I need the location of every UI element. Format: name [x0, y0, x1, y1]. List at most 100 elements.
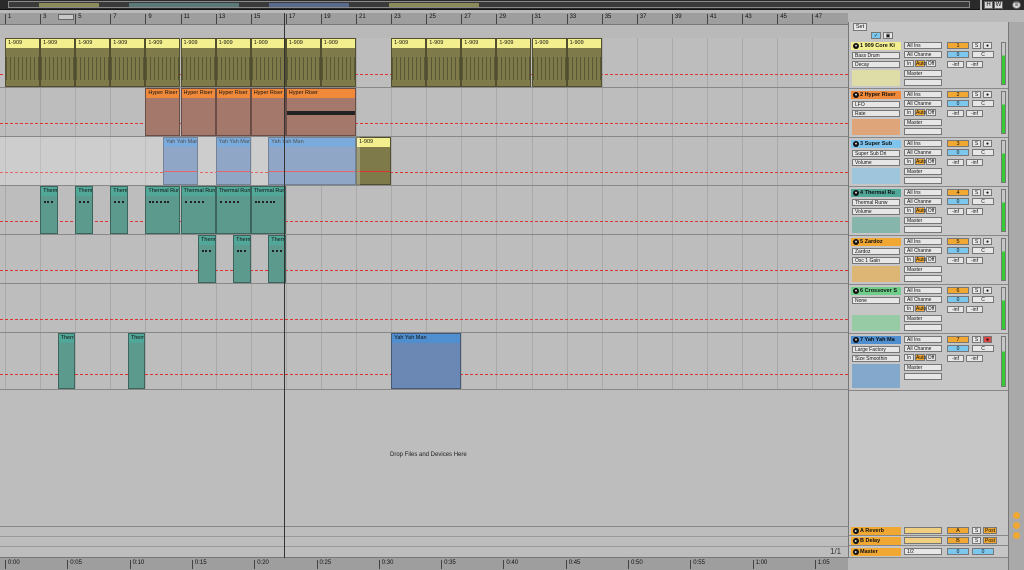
device-chooser[interactable]: Super Sub Dri — [852, 150, 900, 157]
return-fold-icon[interactable]: ▸ — [853, 538, 859, 544]
solo-button[interactable]: S — [972, 336, 981, 343]
clip[interactable]: 1-909 — [215, 38, 251, 87]
return-mode-button[interactable]: Post — [983, 527, 997, 534]
track-name[interactable]: ▾ 7 Yah Yah Ma — [851, 336, 901, 344]
h-toggle-button[interactable]: H — [984, 1, 993, 9]
track-fold-icon[interactable]: ▾ — [853, 239, 859, 245]
monitor-off-button[interactable]: Off — [926, 60, 936, 67]
output-chooser[interactable]: Master — [904, 315, 942, 322]
output-chooser[interactable]: Master — [904, 266, 942, 273]
device-chooser[interactable]: Bass Drum — [852, 52, 900, 59]
volume-field[interactable]: 0 — [947, 51, 969, 58]
clip[interactable]: Hyper Riser — [180, 88, 216, 136]
master-fold-icon[interactable] — [1013, 532, 1020, 539]
track-activator-button[interactable]: 1 — [947, 42, 969, 49]
right-scrollbar[interactable] — [1008, 22, 1024, 570]
arm-button[interactable]: ● — [983, 238, 992, 245]
camera-icon[interactable]: ▣ — [883, 32, 893, 39]
track-lane[interactable]: Yah Yah Man Yah Yah Man Yah Yah Man 1-909 — [0, 137, 848, 186]
automation-line[interactable] — [0, 319, 848, 320]
track-lane[interactable]: ThermThermThermThermal RunThermal RunThe… — [0, 186, 848, 235]
track-name[interactable]: ▾ 3 Super Sub — [851, 140, 901, 148]
output-chooser[interactable]: Master — [904, 217, 942, 224]
return-fold-icon[interactable] — [1013, 512, 1020, 519]
clip[interactable]: 1-909 — [496, 38, 532, 87]
track-fold-icon[interactable]: ▾ — [853, 141, 859, 147]
return-io[interactable] — [904, 537, 942, 544]
send-field[interactable]: -inf — [966, 355, 983, 362]
master-pan-field[interactable]: 0 — [972, 548, 994, 555]
volume-field[interactable]: 0 — [947, 149, 969, 156]
clip[interactable]: 1-909 — [531, 38, 567, 87]
track-lane[interactable]: Therm Therm Therm — [0, 235, 848, 284]
track-name[interactable]: ▾ 4 Thermal Ru — [851, 189, 901, 197]
clip[interactable]: 1-909 — [320, 38, 356, 87]
volume-field[interactable]: 0 — [947, 198, 969, 205]
pan-field[interactable]: C — [972, 149, 994, 156]
track-activator-button[interactable]: 5 — [947, 238, 969, 245]
clip[interactable]: Hyper Riser — [215, 88, 251, 136]
send-field[interactable]: -inf — [947, 355, 964, 362]
track-name[interactable]: ▾ 6 Crossover S — [851, 287, 901, 295]
monitor-off-button[interactable]: Off — [926, 354, 936, 361]
monitor-in-button[interactable]: In — [904, 256, 914, 263]
pan-field[interactable]: C — [972, 100, 994, 107]
track-name[interactable]: ▾ 2 Hyper Riser — [851, 91, 901, 99]
monitor-auto-button[interactable]: Auto — [915, 305, 926, 312]
monitor-auto-button[interactable]: Auto — [915, 207, 926, 214]
device-chooser[interactable]: Large Factory — [852, 346, 900, 353]
track-fold-icon[interactable]: ▾ — [853, 43, 859, 49]
return-lanes[interactable] — [0, 526, 848, 558]
track-fold-icon[interactable]: ▾ — [853, 288, 859, 294]
arrangement-overview[interactable] — [0, 0, 980, 10]
clip[interactable]: Thermal Run — [250, 186, 286, 234]
send-field[interactable]: -inf — [947, 61, 964, 68]
clip[interactable]: 1-909 — [145, 38, 181, 87]
cue-out-chooser[interactable]: 1/2 — [904, 548, 942, 555]
input-channel-chooser[interactable]: All Channe — [904, 149, 942, 156]
master-track[interactable]: ▸ Master 1/2 0 0 — [849, 546, 1009, 558]
mixer-track[interactable]: ▾ 7 Yah Yah Ma Large Factory Size Smoothin A… — [849, 334, 1009, 391]
clip[interactable]: 1-909 — [566, 38, 602, 87]
input-channel-chooser[interactable]: All Channe — [904, 198, 942, 205]
monitor-auto-button[interactable]: Auto — [915, 354, 926, 361]
send-field[interactable]: -inf — [947, 159, 964, 166]
monitor-auto-button[interactable]: Auto — [915, 256, 926, 263]
device-chooser[interactable]: Zardoz — [852, 248, 900, 255]
output-chooser[interactable]: Master — [904, 119, 942, 126]
input-type-chooser[interactable]: All Ins — [904, 91, 942, 98]
clip[interactable]: 1-909 — [356, 137, 392, 185]
output-sub-chooser[interactable] — [904, 128, 942, 135]
beat-time-ruler[interactable]: 1 3 5 7 9 11 13 15 17 19 21 23 25 27 29 31 33 35 37 39 41 43 4… — [0, 13, 848, 25]
mixer-track[interactable]: ▾ 2 Hyper Riser LFO Rate All Ins All Channe In… — [849, 89, 1009, 138]
input-channel-chooser[interactable]: All Channe — [904, 247, 942, 254]
track-lane[interactable]: 1-909 1-909 1-909 1-909 1-909 1-909 1-909 1-909… — [0, 38, 848, 88]
input-channel-chooser[interactable]: All Channe — [904, 345, 942, 352]
pan-field[interactable]: C — [972, 51, 994, 58]
clip[interactable]: 1-909 — [180, 38, 216, 87]
clip[interactable]: 1-909 — [391, 38, 427, 87]
clip[interactable]: Hyper Riser — [145, 88, 181, 136]
track-activator-button[interactable]: 7 — [947, 336, 969, 343]
return-solo-button[interactable]: S — [972, 527, 981, 534]
parameter-chooser[interactable]: Decay — [852, 61, 900, 68]
monitor-auto-button[interactable]: Auto — [915, 109, 926, 116]
arm-button[interactable]: ● — [983, 42, 992, 49]
clip[interactable]: 1-909 — [250, 38, 286, 87]
monitor-in-button[interactable]: In — [904, 305, 914, 312]
mixer-track[interactable]: ▾ 3 Super Sub Super Sub Dri Volume All Ins Al… — [849, 138, 1009, 187]
master-volume-field[interactable]: 0 — [947, 548, 969, 555]
output-sub-chooser[interactable] — [904, 275, 942, 282]
solo-button[interactable]: S — [972, 42, 981, 49]
clip[interactable]: 1-909 — [110, 38, 146, 87]
monitor-in-button[interactable]: In — [904, 158, 914, 165]
track-fold-icon[interactable]: ▾ — [853, 92, 859, 98]
input-type-chooser[interactable]: All Ins — [904, 42, 942, 49]
loop-brace[interactable] — [58, 14, 74, 20]
output-chooser[interactable]: Master — [904, 168, 942, 175]
input-type-chooser[interactable]: All Ins — [904, 140, 942, 147]
monitor-off-button[interactable]: Off — [926, 207, 936, 214]
input-channel-chooser[interactable]: All Channe — [904, 100, 942, 107]
output-chooser[interactable]: Master — [904, 364, 942, 371]
return-lane-a[interactable] — [0, 527, 848, 537]
